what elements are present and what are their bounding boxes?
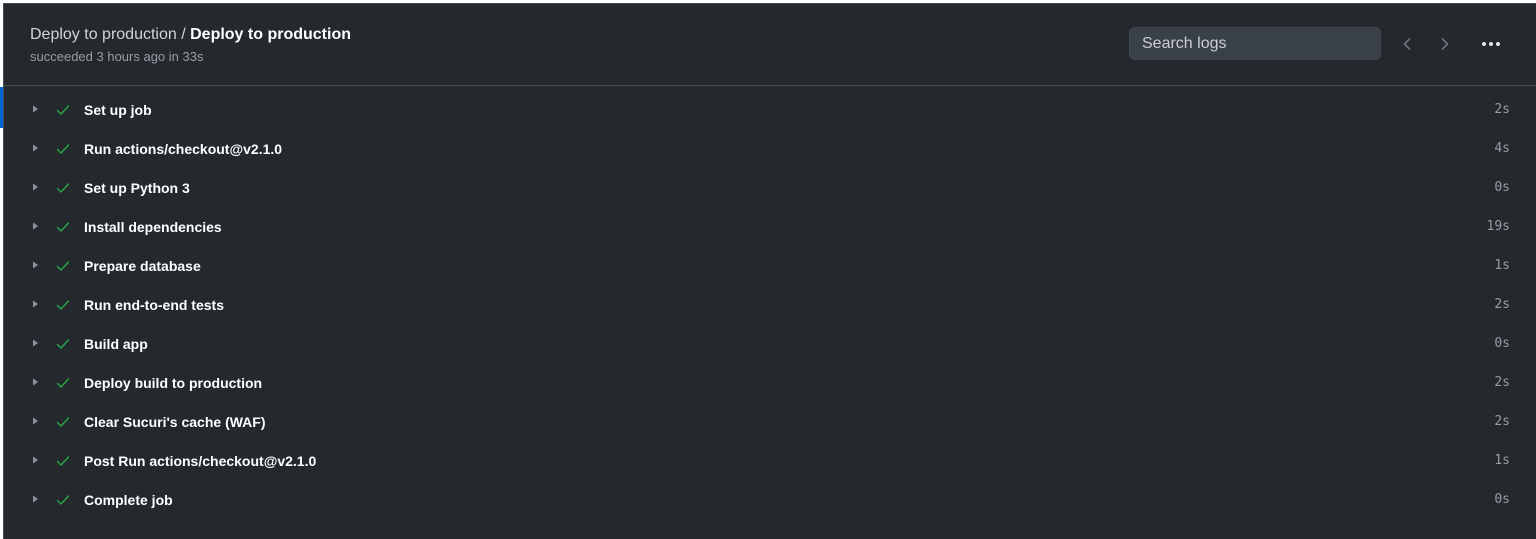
triangle-right-icon[interactable] [31,337,41,349]
check-icon [56,144,70,154]
step-name: Prepare database [84,258,201,274]
triangle-right-icon[interactable] [31,259,41,271]
selected-step-indicator [0,87,3,128]
triangle-right-icon[interactable] [31,298,41,310]
step-name: Deploy build to production [84,375,263,391]
check-icon [56,300,70,310]
step-duration: 2s [1494,102,1510,117]
chevron-left-icon [1403,38,1411,50]
step-name: Clear Sucuri's cache (WAF) [84,414,266,430]
check-icon [56,222,70,232]
step-name: Complete job [84,492,173,508]
title-separator: / [176,26,191,43]
step-row[interactable]: Build app 0s [4,324,1536,363]
search-logs-input[interactable] [1129,27,1381,60]
step-name: Run actions/checkout@v2.1.0 [84,141,283,157]
check-icon [56,105,70,115]
triangle-right-icon[interactable] [31,142,41,154]
step-duration: 1s [1494,453,1510,468]
triangle-right-icon[interactable] [31,376,41,388]
previous-match-button[interactable] [1396,32,1418,56]
page-title: Deploy to production / Deploy to product… [30,25,351,45]
step-name: Set up Python 3 [84,180,190,196]
step-name: Post Run actions/checkout@v2.1.0 [84,453,317,469]
check-icon [56,339,70,349]
triangle-right-icon[interactable] [31,103,41,115]
triangle-right-icon[interactable] [31,454,41,466]
more-options-button[interactable] [1477,32,1505,56]
check-icon [56,183,70,193]
chevron-right-icon [1441,38,1449,50]
step-duration: 2s [1494,375,1510,390]
step-duration: 1s [1494,258,1510,273]
step-row[interactable]: Deploy build to production 2s [4,363,1536,402]
step-row[interactable]: Prepare database 1s [4,246,1536,285]
step-duration: 2s [1494,414,1510,429]
check-icon [56,456,70,466]
check-icon [56,495,70,505]
step-name: Run end-to-end tests [84,297,224,313]
step-row[interactable]: Run actions/checkout@v2.1.0 4s [4,129,1536,168]
check-icon [56,378,70,388]
triangle-right-icon[interactable] [31,415,41,427]
step-row[interactable]: Post Run actions/checkout@v2.1.0 1s [4,441,1536,480]
step-duration: 19s [1486,219,1510,234]
step-name: Install dependencies [84,219,222,235]
step-list: Set up job 2s Run actions/checkout@v2.1.… [4,90,1536,519]
step-duration: 4s [1494,141,1510,156]
step-duration: 2s [1494,297,1510,312]
kebab-horizontal-icon [1482,42,1500,46]
job-status-line: succeeded 3 hours ago in 33s [30,49,204,64]
job-header: Deploy to production / Deploy to product… [4,4,1536,86]
step-duration: 0s [1494,336,1510,351]
step-name: Set up job [84,102,152,118]
triangle-right-icon[interactable] [31,220,41,232]
step-row[interactable]: Set up Python 3 0s [4,168,1536,207]
step-row[interactable]: Complete job 0s [4,480,1536,519]
step-name: Build app [84,336,148,352]
step-row[interactable]: Set up job 2s [4,90,1536,129]
step-row[interactable]: Clear Sucuri's cache (WAF) 2s [4,402,1536,441]
check-icon [56,261,70,271]
check-icon [56,417,70,427]
step-row[interactable]: Run end-to-end tests 2s [4,285,1536,324]
triangle-right-icon[interactable] [31,181,41,193]
workflow-name: Deploy to production [30,26,177,43]
next-match-button[interactable] [1434,32,1456,56]
step-row[interactable]: Install dependencies 19s [4,207,1536,246]
step-duration: 0s [1494,492,1510,507]
step-duration: 0s [1494,180,1510,195]
job-log-panel: Deploy to production / Deploy to product… [0,3,1536,539]
triangle-right-icon[interactable] [31,493,41,505]
job-name: Deploy to production [190,26,351,43]
